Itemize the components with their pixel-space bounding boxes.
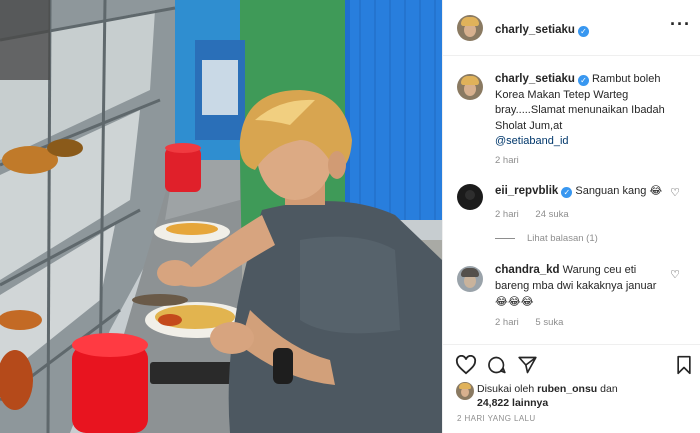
likes-count[interactable]: 24,822 [477,397,509,409]
verified-badge-icon: ✓ [577,26,589,37]
comment-emoji: 😂 [649,184,663,197]
post-date[interactable]: 2 HARI YANG LALU [457,414,536,423]
likes-suffix[interactable]: lainnya [512,397,548,409]
verified-badge-icon: ✓ [561,187,573,198]
author-avatar[interactable] [457,15,483,41]
post-caption: charly_setiaku ✓ Rambut boleh Korea Makan… [495,72,691,150]
comment-like-count[interactable]: 5 suka [535,317,563,328]
caption-author-username[interactable]: charly_setiaku [495,73,575,85]
view-replies-link[interactable]: Lihat balasan (1) [495,233,598,244]
comment-time[interactable]: 2 hari [495,209,519,220]
comment-meta: 2 hari 24 suka [495,209,583,220]
liker-username[interactable]: ruben_onsu [537,383,597,395]
comment-icon[interactable] [486,355,507,375]
comment-username[interactable]: eii_repvblik [495,185,558,197]
heart-icon[interactable] [455,355,477,375]
post-actions: Disukai oleh ruben_onsu dan 24,822 lainn… [443,344,700,433]
post-header: charly_setiaku ✓ ··· [443,0,700,56]
caption-author-avatar[interactable] [457,74,483,100]
header-author: charly_setiaku ✓ [495,20,589,38]
likes-joiner: dan [600,383,618,395]
post-photo[interactable] [0,0,442,433]
comment-avatar[interactable] [457,184,483,210]
post-photo-illustration [0,0,442,433]
comment-like-count[interactable]: 24 suka [535,209,568,220]
liker-avatar[interactable] [456,382,474,400]
caption-mention-link[interactable]: @setiaband_id [495,135,569,147]
comment-item: eii_repvblik ✓ Sanguan kang 😂 [495,183,665,200]
more-options-icon[interactable]: ··· [670,14,691,35]
comment-like-heart-icon[interactable]: ♡ [670,268,680,281]
author-username[interactable]: charly_setiaku [495,24,575,36]
post-side-panel: charly_setiaku ✓ ··· charly_setiaku ✓ Ramb… [442,0,700,433]
comment-emoji: 😂😂😂 [495,295,534,308]
comment-like-heart-icon[interactable]: ♡ [670,186,680,199]
bookmark-icon[interactable] [675,355,693,375]
likes-summary[interactable]: Disukai oleh ruben_onsu dan 24,822 lainn… [477,382,677,410]
caption-meta: 2 hari [495,155,533,166]
comment-avatar[interactable] [457,266,483,292]
view-replies-label: Lihat balasan (1) [527,233,598,244]
comment-item: chandra_kd Warung ceu eti bareng mba dwi… [495,263,665,311]
paper-plane-icon[interactable] [517,355,538,375]
replies-divider [495,237,515,239]
comment-text: Sanguan kang [575,185,647,197]
comment-time[interactable]: 2 hari [495,317,519,328]
likes-prefix: Disukai oleh [477,383,535,395]
comment-username[interactable]: chandra_kd [495,264,560,276]
caption-time[interactable]: 2 hari [495,155,519,166]
verified-badge-icon: ✓ [577,75,589,86]
comment-meta: 2 hari 5 suka [495,317,577,328]
